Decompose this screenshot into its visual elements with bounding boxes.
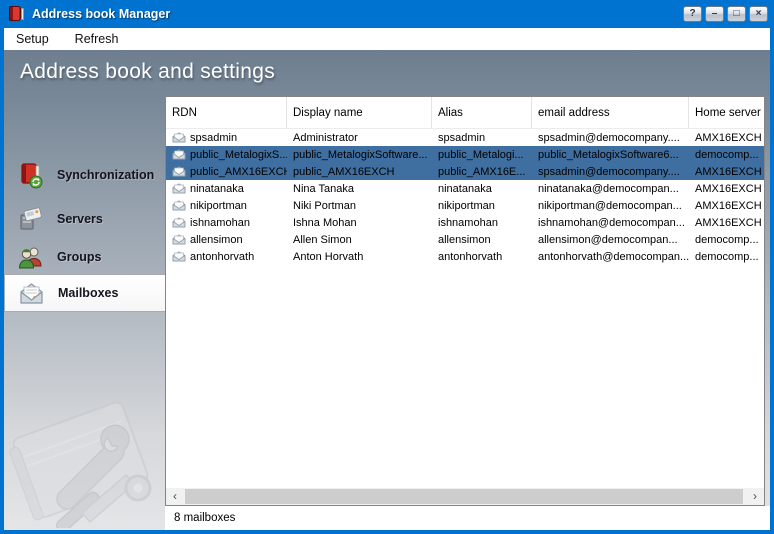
cell-rdn: public_AMX16EXCH bbox=[166, 163, 287, 180]
horizontal-scrollbar[interactable]: ‹ › bbox=[166, 488, 764, 505]
cell-rdn: allensimon bbox=[166, 231, 287, 248]
mailbox-row-icon bbox=[172, 183, 186, 194]
body-area: Address book and settings bbox=[4, 50, 770, 530]
cell-rdn: ninatanaka bbox=[166, 180, 287, 197]
sidebar: Synchronization Servers Gr bbox=[4, 96, 165, 530]
mailbox-row-icon bbox=[172, 166, 186, 177]
title-bar: Address book Manager ? – □ × bbox=[0, 0, 774, 28]
cell-display-name: Niki Portman bbox=[287, 197, 432, 214]
table-row[interactable]: ninatanakaNina Tanakaninatanakaninatanak… bbox=[166, 180, 764, 197]
sidebar-item-label: Servers bbox=[57, 212, 103, 226]
menu-refresh[interactable]: Refresh bbox=[75, 32, 119, 46]
cell-rdn: nikiportman bbox=[166, 197, 287, 214]
table-row[interactable]: nikiportmanNiki Portmannikiportmannikipo… bbox=[166, 197, 764, 214]
sidebar-item-label: Mailboxes bbox=[58, 286, 118, 300]
mailbox-list-panel: RDN Display name Alias email address Hom… bbox=[165, 96, 765, 506]
cell-alias: public_AMX16E... bbox=[432, 163, 532, 180]
cell-home-server: AMX16EXCH bbox=[689, 197, 764, 214]
mailbox-row-icon bbox=[172, 234, 186, 245]
cell-alias: nikiportman bbox=[432, 197, 532, 214]
cell-alias: antonhorvath bbox=[432, 248, 532, 265]
cell-alias: allensimon bbox=[432, 231, 532, 248]
cell-alias: spsadmin bbox=[432, 129, 532, 146]
table-body: spsadminAdministratorspsadminspsadmin@de… bbox=[166, 129, 764, 265]
mailbox-row-icon bbox=[172, 132, 186, 143]
window-title: Address book Manager bbox=[32, 7, 170, 21]
cell-home-server: AMX16EXCH bbox=[689, 129, 764, 146]
menu-setup[interactable]: Setup bbox=[16, 32, 49, 46]
cell-display-name: public_MetalogixSoftware... bbox=[287, 146, 432, 163]
cell-home-server: democomp... bbox=[689, 146, 764, 163]
cell-display-name: Allen Simon bbox=[287, 231, 432, 248]
cell-email: public_MetalogixSoftware6... bbox=[532, 146, 689, 163]
cell-home-server: democomp... bbox=[689, 248, 764, 265]
groups-icon bbox=[17, 244, 44, 271]
scrollbar-thumb[interactable] bbox=[185, 489, 743, 504]
cell-rdn: antonhorvath bbox=[166, 248, 287, 265]
cell-home-server: democomp... bbox=[689, 231, 764, 248]
maximize-button[interactable]: □ bbox=[727, 6, 746, 22]
cell-display-name: Administrator bbox=[287, 129, 432, 146]
sidebar-item-label: Groups bbox=[57, 250, 101, 264]
sidebar-item-synchronization[interactable]: Synchronization bbox=[4, 156, 165, 194]
status-bar: 8 mailboxes bbox=[165, 506, 770, 530]
mailbox-row-icon bbox=[172, 251, 186, 262]
table-row[interactable]: antonhorvathAnton Horvathantonhorvathant… bbox=[166, 248, 764, 265]
sidebar-item-servers[interactable]: Servers bbox=[4, 200, 165, 238]
cell-email: spsadmin@democompany.... bbox=[532, 129, 689, 146]
table-row[interactable]: public_MetalogixS...public_MetalogixSoft… bbox=[166, 146, 764, 163]
cell-alias: ninatanaka bbox=[432, 180, 532, 197]
help-button[interactable]: ? bbox=[683, 6, 702, 22]
page-title: Address book and settings bbox=[4, 50, 770, 84]
scroll-right-arrow-icon[interactable]: › bbox=[746, 488, 764, 505]
cell-email: allensimon@democompan... bbox=[532, 231, 689, 248]
sync-book-icon bbox=[17, 162, 44, 189]
column-header-rdn[interactable]: RDN bbox=[166, 97, 287, 128]
sidebar-item-label: Synchronization bbox=[57, 168, 154, 182]
table-row[interactable]: ishnamohanIshna Mohanishnamohanishnamoha… bbox=[166, 214, 764, 231]
cell-home-server: AMX16EXCH bbox=[689, 214, 764, 231]
server-icon bbox=[17, 206, 44, 233]
mailbox-row-icon bbox=[172, 149, 186, 160]
menu-bar: Setup Refresh bbox=[4, 28, 770, 50]
cell-home-server: AMX16EXCH bbox=[689, 163, 764, 180]
red-book-icon bbox=[8, 5, 24, 23]
table-row[interactable]: allensimonAllen Simonallensimonallensimo… bbox=[166, 231, 764, 248]
cell-display-name: Nina Tanaka bbox=[287, 180, 432, 197]
cell-email: nikiportman@democompan... bbox=[532, 197, 689, 214]
cell-email: antonhorvath@democompan... bbox=[532, 248, 689, 265]
cell-home-server: AMX16EXCH bbox=[689, 180, 764, 197]
column-header-email[interactable]: email address bbox=[532, 97, 689, 128]
cell-email: spsadmin@democompany.... bbox=[532, 163, 689, 180]
cell-alias: ishnamohan bbox=[432, 214, 532, 231]
cell-display-name: Ishna Mohan bbox=[287, 214, 432, 231]
sidebar-item-groups[interactable]: Groups bbox=[4, 238, 165, 276]
table-row[interactable]: spsadminAdministratorspsadminspsadmin@de… bbox=[166, 129, 764, 146]
column-header-alias[interactable]: Alias bbox=[432, 97, 532, 128]
mailbox-row-icon bbox=[172, 200, 186, 211]
cell-display-name: public_AMX16EXCH bbox=[287, 163, 432, 180]
cell-display-name: Anton Horvath bbox=[287, 248, 432, 265]
table-row[interactable]: public_AMX16EXCHpublic_AMX16EXCHpublic_A… bbox=[166, 163, 764, 180]
close-button[interactable]: × bbox=[749, 6, 768, 22]
cell-email: ishnamohan@democompan... bbox=[532, 214, 689, 231]
column-header-home-server[interactable]: Home server bbox=[689, 97, 764, 128]
open-envelope-icon bbox=[18, 280, 45, 307]
cell-email: ninatanaka@democompan... bbox=[532, 180, 689, 197]
scroll-left-arrow-icon[interactable]: ‹ bbox=[166, 488, 184, 505]
minimize-button[interactable]: – bbox=[705, 6, 724, 22]
mailbox-row-icon bbox=[172, 217, 186, 228]
cell-alias: public_Metalogi... bbox=[432, 146, 532, 163]
cell-rdn: ishnamohan bbox=[166, 214, 287, 231]
cell-rdn: spsadmin bbox=[166, 129, 287, 146]
table-header: RDN Display name Alias email address Hom… bbox=[166, 97, 764, 129]
cell-rdn: public_MetalogixS... bbox=[166, 146, 287, 163]
sidebar-item-mailboxes[interactable]: Mailboxes bbox=[4, 274, 166, 312]
column-header-display-name[interactable]: Display name bbox=[287, 97, 432, 128]
mailbox-count: 8 mailboxes bbox=[165, 506, 770, 524]
